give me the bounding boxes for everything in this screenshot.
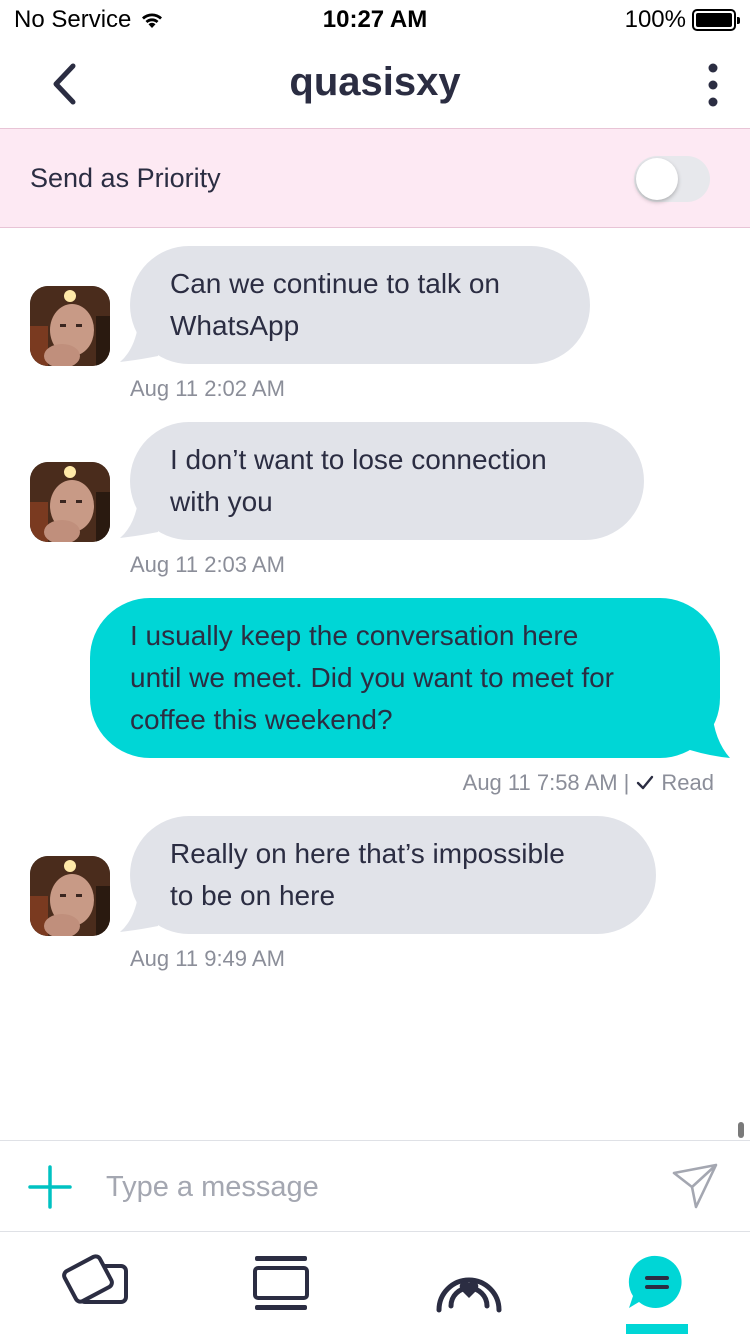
read-status: Read — [661, 770, 714, 795]
bottom-nav — [0, 1232, 750, 1334]
message-text: Can we continue to talk on — [170, 268, 500, 299]
message-meta: Aug 11 7:58 AM | Read — [463, 770, 714, 796]
message-text: WhatsApp — [170, 310, 300, 341]
message-text: coffee this weekend? — [130, 704, 393, 735]
priority-bar: Send as Priority — [0, 128, 750, 228]
message-timestamp: Aug 11 2:03 AM — [130, 552, 285, 577]
active-tab-indicator — [626, 1324, 688, 1334]
priority-label: Send as Priority — [30, 163, 221, 193]
avatar[interactable] — [30, 856, 110, 936]
checkmark-icon — [637, 775, 654, 790]
chat-icon — [628, 1255, 682, 1308]
message-text: to be on here — [170, 880, 336, 911]
profile-photo-icon — [30, 856, 110, 936]
message-text: I usually keep the conversation here — [130, 620, 579, 651]
more-options-button[interactable] — [698, 60, 728, 110]
tab-messages[interactable] — [619, 1252, 695, 1314]
send-button[interactable] — [670, 1163, 720, 1211]
tab-cards[interactable] — [58, 1252, 134, 1314]
message-timestamp: Aug 11 7:58 AM | — [462, 770, 630, 795]
send-icon — [672, 1163, 718, 1209]
message-bubble-incoming[interactable]: Can we continue to talk on WhatsApp — [130, 246, 590, 364]
plus-icon — [28, 1165, 72, 1209]
avatar[interactable] — [30, 462, 110, 542]
message-timestamp: Aug 11 2:02 AM — [130, 376, 285, 401]
more-vertical-icon — [708, 63, 718, 107]
battery-percent: 100% — [624, 6, 686, 33]
tab-browse[interactable] — [243, 1252, 319, 1314]
cards-icon — [62, 1254, 128, 1304]
message-bubble-incoming[interactable]: Really on here that’s impossible to be o… — [130, 816, 656, 934]
status-right: 100% — [624, 6, 740, 34]
message-list[interactable]: Can we continue to talk on WhatsApp Aug … — [0, 228, 750, 1140]
message-bubble-outgoing[interactable]: I usually keep the conversation here unt… — [90, 598, 720, 758]
message-input[interactable] — [106, 1163, 626, 1211]
browse-icon — [253, 1256, 309, 1310]
page-title[interactable]: quasisxy — [0, 60, 750, 105]
heart-signal-icon — [436, 1277, 502, 1313]
avatar[interactable] — [30, 286, 110, 366]
message-text: until we meet. Did you want to meet for — [130, 662, 614, 693]
battery-icon — [692, 9, 740, 31]
message-timestamp: Aug 11 9:49 AM — [130, 946, 285, 971]
message-composer — [0, 1140, 750, 1232]
priority-toggle[interactable] — [634, 156, 710, 202]
chat-header: quasisxy — [0, 40, 750, 128]
profile-photo-icon — [30, 286, 110, 366]
profile-photo-icon — [30, 462, 110, 542]
toggle-knob — [636, 158, 678, 200]
status-bar: No Service 10:27 AM 100% — [0, 0, 750, 40]
tab-discover[interactable] — [431, 1252, 507, 1314]
message-text: with you — [170, 486, 273, 517]
message-text: I don’t want to lose connection — [170, 444, 547, 475]
add-attachment-button[interactable] — [28, 1165, 72, 1209]
message-text: Really on here that’s impossible — [170, 838, 565, 869]
scrollbar[interactable] — [738, 1122, 744, 1138]
message-bubble-incoming[interactable]: I don’t want to lose connection with you — [130, 422, 644, 540]
